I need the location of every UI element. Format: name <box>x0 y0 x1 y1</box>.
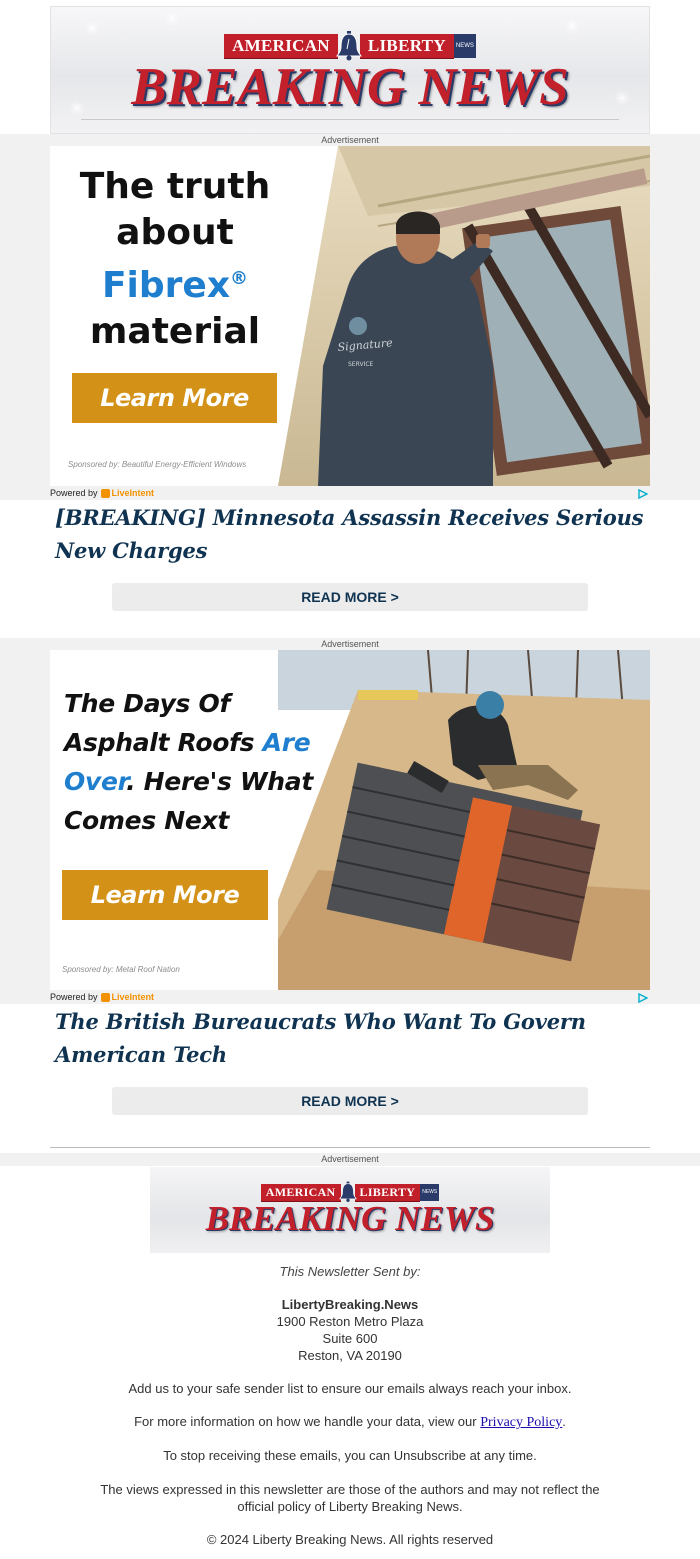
article-title-2[interactable]: The British Bureaucrats Who Want To Gove… <box>55 1005 655 1071</box>
article-title-1[interactable]: [BREAKING] Minnesota Assassin Receives S… <box>55 501 655 567</box>
address-line-2: Suite 600 <box>322 1331 378 1346</box>
powered-by-liveintent-1[interactable]: Powered by LiveIntent <box>50 488 154 498</box>
ad-roof-learn-more-button[interactable]: Learn More <box>62 870 268 920</box>
liberty-bell-icon <box>338 1181 357 1203</box>
address-line-3: Reston, VA 20190 <box>298 1348 402 1363</box>
adchoices-icon[interactable] <box>638 489 648 499</box>
sent-by-label: This Newsletter Sent by: <box>279 1264 421 1279</box>
ad-fibrex-headline: The truth about Fibrex® material <box>79 166 271 352</box>
org-name: LibertyBreaking.News <box>281 1297 419 1312</box>
svg-text:SERVICE: SERVICE <box>348 361 374 368</box>
breaking-news-title: BREAKING NEWS <box>205 1199 495 1238</box>
breaking-news-title: BREAKING NEWS <box>131 58 569 116</box>
liveintent-icon <box>100 992 110 1002</box>
footer-banner[interactable]: AMERICAN LIBERTY NEWS BREAKING NEWS <box>150 1167 550 1253</box>
powered-by-liveintent-2[interactable]: Powered by LiveIntent <box>50 992 154 1002</box>
banner-divider <box>81 119 619 120</box>
unsubscribe-note[interactable]: To stop receiving these emails, you can … <box>0 1447 700 1464</box>
brand-word-liberty: LIBERTY <box>354 1183 421 1201</box>
privacy-policy-link[interactable]: Privacy Policy <box>480 1415 562 1430</box>
copyright: © 2024 Liberty Breaking News. All rights… <box>206 1532 494 1547</box>
address-line-1: 1900 Reston Metro Plaza <box>276 1314 424 1329</box>
ad-fibrex-learn-more-button[interactable]: Learn More <box>72 373 277 423</box>
ad-roof-headline: The Days Of Asphalt Roofs Are Over. Here… <box>64 689 313 835</box>
brand-logo: AMERICAN LIBERTY NEWS <box>51 31 649 61</box>
ad-metal-roof[interactable]: The Days Of Asphalt Roofs Are Over. Here… <box>50 650 650 990</box>
header-banner[interactable]: AMERICAN LIBERTY NEWS BREAKING NEWS <box>50 6 650 134</box>
disclaimer: The views expressed in this newsletter a… <box>100 1482 600 1514</box>
ad-fibrex[interactable]: The truth about Fibrex® material Learn M… <box>50 146 650 486</box>
ad-fibrex-sponsored: Sponsored by: Beautiful Energy-Efficient… <box>68 460 247 469</box>
footer-ad-strip: Advertisement <box>0 1153 700 1166</box>
read-more-button-2[interactable]: READ MORE > <box>112 1087 588 1115</box>
footer-divider <box>50 1147 650 1148</box>
brand-word-american: AMERICAN <box>260 1183 341 1201</box>
brand-tag: NEWS <box>453 34 476 58</box>
privacy-note: For more information on how we handle yo… <box>134 1414 566 1430</box>
brand-tag: NEWS <box>420 1183 440 1201</box>
roof-installer-photo <box>278 650 650 990</box>
liveintent-icon <box>100 488 110 498</box>
ad-roof-sponsored: Sponsored by: Metal Roof Nation <box>62 965 180 974</box>
ad-label: Advertisement <box>321 639 379 649</box>
window-installer-photo: Signature SERVICE <box>278 146 650 486</box>
brand-word-liberty: LIBERTY <box>359 34 454 58</box>
safe-sender-note: Add us to your safe sender list to ensur… <box>128 1381 572 1396</box>
brand-word-american: AMERICAN <box>224 34 338 58</box>
sender-address: LibertyBreaking.News 1900 Reston Metro P… <box>0 1296 700 1364</box>
ad-label: Advertisement <box>321 1154 379 1164</box>
adchoices-icon[interactable] <box>638 993 648 1003</box>
read-more-button-1[interactable]: READ MORE > <box>112 583 588 611</box>
liberty-bell-icon <box>336 31 362 61</box>
ad-label: Advertisement <box>321 135 379 145</box>
